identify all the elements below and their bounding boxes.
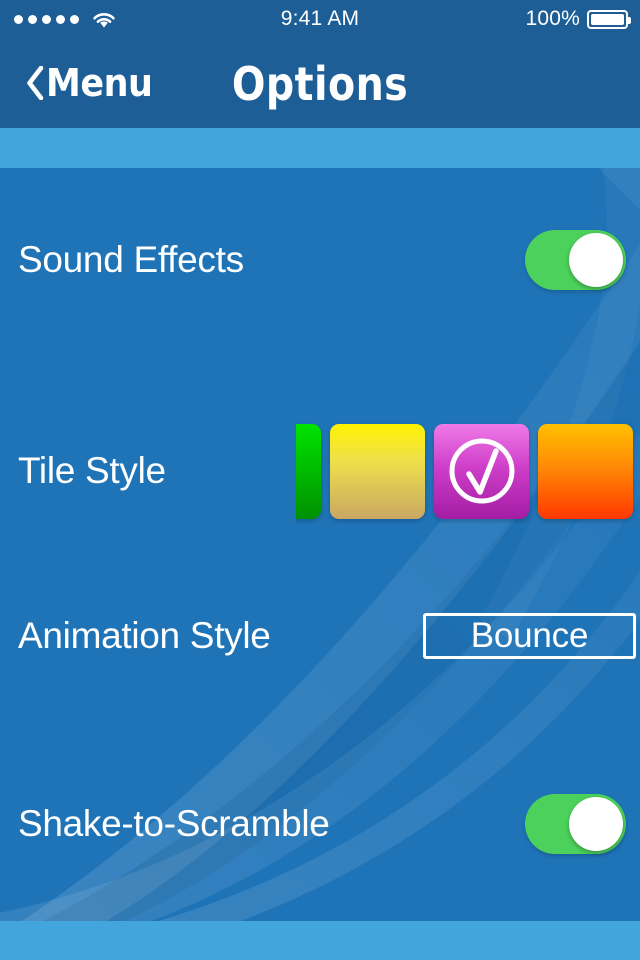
chevron-left-icon (27, 66, 44, 100)
sound-effects-toggle[interactable] (525, 230, 626, 290)
battery-full-icon (587, 9, 631, 29)
navigation-bar: Menu Options (0, 38, 640, 128)
option-row-sound-effects: Sound Effects (0, 230, 640, 290)
shake-to-scramble-toggle[interactable] (525, 794, 626, 854)
bottom-accent-band (0, 921, 640, 960)
tile-swatch-orange[interactable] (538, 423, 633, 519)
option-row-shake-to-scramble: Shake-to-Scramble (0, 794, 640, 854)
option-row-tile-style: Tile Style (0, 418, 640, 524)
page-title: Options (231, 57, 409, 111)
status-bar-right: 100% (525, 0, 631, 38)
tile-swatch-yellow[interactable] (330, 423, 425, 519)
tile-style-label-wrap: Tile Style (18, 450, 166, 492)
toggle-knob (569, 233, 623, 287)
check-circle-icon (449, 438, 514, 504)
status-bar: 9:41 AM 100% (0, 0, 640, 38)
shake-to-scramble-label: Shake-to-Scramble (18, 803, 330, 844)
tile-style-swatch-strip[interactable] (296, 418, 640, 524)
animation-style-picker[interactable]: Bounce (423, 613, 636, 659)
shake-to-scramble-label-wrap: Shake-to-Scramble (18, 803, 330, 845)
options-list: Sound Effects Tile Style Animation Style… (0, 168, 640, 921)
tile-swatch-magenta-selected[interactable] (434, 423, 529, 519)
toggle-knob (569, 797, 623, 851)
battery-percent-label: 100% (525, 7, 580, 30)
sound-effects-label: Sound Effects (18, 239, 244, 280)
tile-style-label: Tile Style (18, 450, 166, 491)
animation-style-value: Bounce (470, 616, 589, 655)
option-row-animation-style: Animation Style Bounce (0, 606, 640, 666)
top-accent-band (0, 128, 640, 168)
animation-style-label: Animation Style (18, 615, 271, 656)
animation-style-label-wrap: Animation Style (18, 615, 271, 657)
tile-swatch-green[interactable] (296, 423, 321, 519)
sound-effects-label-wrap: Sound Effects (18, 239, 244, 281)
options-screen: 9:41 AM 100% Menu Options Sound Effects (0, 0, 640, 960)
